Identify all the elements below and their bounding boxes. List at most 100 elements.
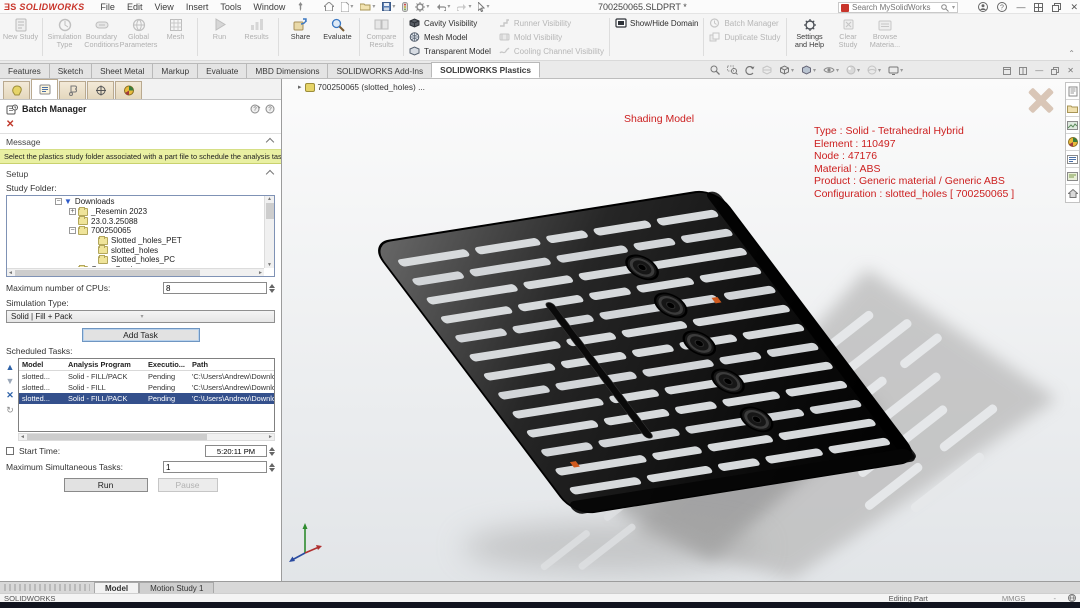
tree-vertical-scrollbar[interactable]: ▲ ▼ xyxy=(264,196,274,268)
menu-view[interactable]: View xyxy=(148,2,179,12)
help-icon[interactable]: ? xyxy=(997,2,1007,12)
doc-split-icon[interactable] xyxy=(1019,67,1027,75)
view-settings-icon[interactable]: ▾ xyxy=(888,66,903,75)
runner-visibility-toggle[interactable]: Runner Visibility xyxy=(499,17,604,29)
close-preview-icon[interactable] xyxy=(1028,87,1054,113)
show-hide-domain-toggle[interactable]: Show/Hide Domain xyxy=(615,17,698,29)
tree-horizontal-scrollbar[interactable]: ◄ ► xyxy=(7,268,264,276)
save-icon[interactable]: ▾ xyxy=(382,2,395,11)
design-library-icon[interactable] xyxy=(1066,100,1079,117)
new-file-icon[interactable]: ▾ xyxy=(341,2,353,12)
zoom-fit-icon[interactable] xyxy=(710,65,720,75)
search-icon[interactable] xyxy=(941,4,949,12)
tab-evaluate[interactable]: Evaluate xyxy=(197,63,247,78)
splitter-handle[interactable] xyxy=(4,584,90,591)
compare-results-button[interactable]: Compare Results xyxy=(363,15,400,59)
search-dropdown-icon[interactable]: ▾ xyxy=(952,4,955,11)
tree-item-resemin[interactable]: + _Resemin 2023 xyxy=(7,207,263,217)
menu-insert[interactable]: Insert xyxy=(180,2,215,12)
mesh-model-toggle[interactable]: Mesh Model xyxy=(409,31,491,43)
edit-appearance-icon[interactable]: ▾ xyxy=(846,65,860,75)
clear-study-button[interactable]: Clear Study xyxy=(830,15,867,59)
transparent-model-toggle[interactable]: Transparent Model xyxy=(409,45,491,57)
move-down-icon[interactable]: ▼ xyxy=(6,376,15,386)
cancel-button[interactable]: ✕ xyxy=(6,119,14,130)
tab-property-manager[interactable] xyxy=(31,79,58,99)
motion-study-tab[interactable]: Motion Study 1 xyxy=(139,582,214,593)
feature-tree-flyout[interactable]: ▸ 700250065 (slotted_holes) ... xyxy=(298,82,425,92)
cpu-stepper[interactable] xyxy=(269,284,275,293)
run-button[interactable]: Run xyxy=(201,15,238,59)
tab-sheet-metal[interactable]: Sheet Metal xyxy=(91,63,153,78)
start-time-checkbox[interactable] xyxy=(6,447,14,455)
doc-minimize-icon[interactable]: — xyxy=(1035,66,1043,75)
doc-new-window-icon[interactable] xyxy=(1003,67,1011,75)
home-icon[interactable] xyxy=(324,2,334,11)
search-box[interactable]: ▾ xyxy=(838,2,958,13)
open-file-icon[interactable]: ▾ xyxy=(360,2,375,11)
home-tab-icon[interactable] xyxy=(1066,185,1079,202)
table-row[interactable]: slotted... Solid - FILL/PACK Pending 'C:… xyxy=(19,371,274,382)
rebuild-icon[interactable] xyxy=(402,2,408,12)
browse-material-button[interactable]: Browse Materia... xyxy=(867,15,904,59)
ribbon-collapse-icon[interactable]: ⌃ xyxy=(1068,49,1075,58)
start-time-input[interactable] xyxy=(205,445,267,457)
resources-icon[interactable] xyxy=(1066,83,1079,100)
select-cursor-icon[interactable]: ▾ xyxy=(478,2,489,12)
move-up-icon[interactable]: ▲ xyxy=(6,362,15,372)
mold-visibility-toggle[interactable]: Mold Visibility xyxy=(499,31,604,43)
units-indicator[interactable]: MMGS xyxy=(1002,594,1026,603)
max-tasks-input[interactable] xyxy=(163,461,267,473)
pause-button[interactable]: Pause xyxy=(158,478,218,492)
panel-help-icon[interactable]: ? xyxy=(265,104,275,114)
view-orientation-icon[interactable]: ▾ xyxy=(779,65,794,75)
simulation-type-select[interactable]: Solid | Fill + Pack ▾ xyxy=(6,310,275,323)
delete-task-icon[interactable]: ✕ xyxy=(6,390,14,401)
tree-item-cargo-carrier[interactable]: Cargo Carrier xyxy=(7,265,263,267)
cooling-channel-visibility-toggle[interactable]: Cooling Channel Visibility xyxy=(499,45,604,57)
minimize-icon[interactable]: — xyxy=(1016,2,1025,12)
tab-plastics-manager[interactable] xyxy=(3,81,30,99)
help-pin-icon[interactable]: ? xyxy=(250,104,261,114)
cavity-visibility-toggle[interactable]: Cavity Visibility xyxy=(409,17,491,29)
options-gear-icon[interactable]: ▾ xyxy=(415,2,429,12)
doc-restore-icon[interactable] xyxy=(1051,67,1059,75)
undo-icon[interactable]: ▾ xyxy=(436,3,450,11)
search-input[interactable] xyxy=(852,3,938,12)
section-view-icon[interactable] xyxy=(762,65,772,75)
tab-configuration-manager[interactable] xyxy=(59,81,86,99)
tab-features[interactable]: Features xyxy=(0,63,50,78)
tab-solidworks-addins[interactable]: SOLIDWORKS Add-Ins xyxy=(327,63,432,78)
setup-section-header[interactable]: Setup xyxy=(0,166,281,181)
simulation-type-button[interactable]: Simulation Type xyxy=(46,15,83,59)
max-tasks-stepper[interactable] xyxy=(269,463,275,472)
close-icon[interactable]: ✕ xyxy=(1070,2,1078,13)
tree-item-downloads[interactable]: − ▼ Downloads xyxy=(7,197,263,207)
graphics-area[interactable]: ▸ 700250065 (slotted_holes) ... Shading … xyxy=(282,79,1080,581)
evaluate-button[interactable]: Evaluate xyxy=(319,15,356,59)
menu-edit[interactable]: Edit xyxy=(121,2,149,12)
zoom-area-icon[interactable] xyxy=(727,65,738,75)
table-row[interactable]: slotted... Solid - FILL Pending 'C:\User… xyxy=(19,382,274,393)
global-parameters-button[interactable]: Global Parameters xyxy=(120,15,157,59)
tab-sketch[interactable]: Sketch xyxy=(49,63,92,78)
previous-view-icon[interactable] xyxy=(745,66,755,75)
mesh-button[interactable]: Mesh xyxy=(157,15,194,59)
results-button[interactable]: Results xyxy=(238,15,275,59)
doc-close-icon[interactable]: ✕ xyxy=(1067,66,1074,75)
tree-item-slotted-holes[interactable]: slotted_holes xyxy=(7,245,263,255)
user-account-icon[interactable] xyxy=(978,2,988,12)
run-tasks-button[interactable]: Run xyxy=(64,478,148,492)
menu-pin-icon[interactable] xyxy=(297,2,304,11)
model-tab[interactable]: Model xyxy=(94,582,139,593)
share-button[interactable]: Share xyxy=(282,15,319,59)
refresh-tasks-icon[interactable]: ↻ xyxy=(6,405,14,416)
appearances-scenes-icon[interactable] xyxy=(1066,134,1079,151)
add-task-button[interactable]: Add Task xyxy=(82,328,200,342)
layout-grid-icon[interactable] xyxy=(1034,3,1043,12)
tree-item-slotted-holes-pet[interactable]: Slotted _holes_PET xyxy=(7,236,263,246)
tab-mbd-dimensions[interactable]: MBD Dimensions xyxy=(246,63,328,78)
menu-tools[interactable]: Tools xyxy=(214,2,247,12)
apply-scene-icon[interactable]: ▾ xyxy=(867,65,881,75)
forum-icon[interactable] xyxy=(1066,168,1079,185)
